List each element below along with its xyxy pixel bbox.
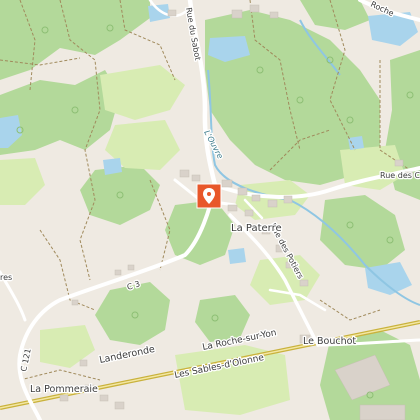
- location-marker[interactable]: [196, 183, 222, 209]
- map-canvas: Rue du Sabot Roche Rue des C Rue des Pot…: [0, 0, 420, 420]
- road-label-res: res: [0, 273, 12, 282]
- place-label-la-paterre: La Paterre: [231, 223, 282, 234]
- place-label-la-pommeraie: La Pommeraie: [30, 384, 98, 395]
- map-view[interactable]: Rue du Sabot Roche Rue des C Rue des Pot…: [0, 0, 420, 420]
- place-label-le-bouchot: Le Bouchot: [303, 336, 356, 347]
- road-label-rue-des-c: Rue des C: [380, 171, 420, 180]
